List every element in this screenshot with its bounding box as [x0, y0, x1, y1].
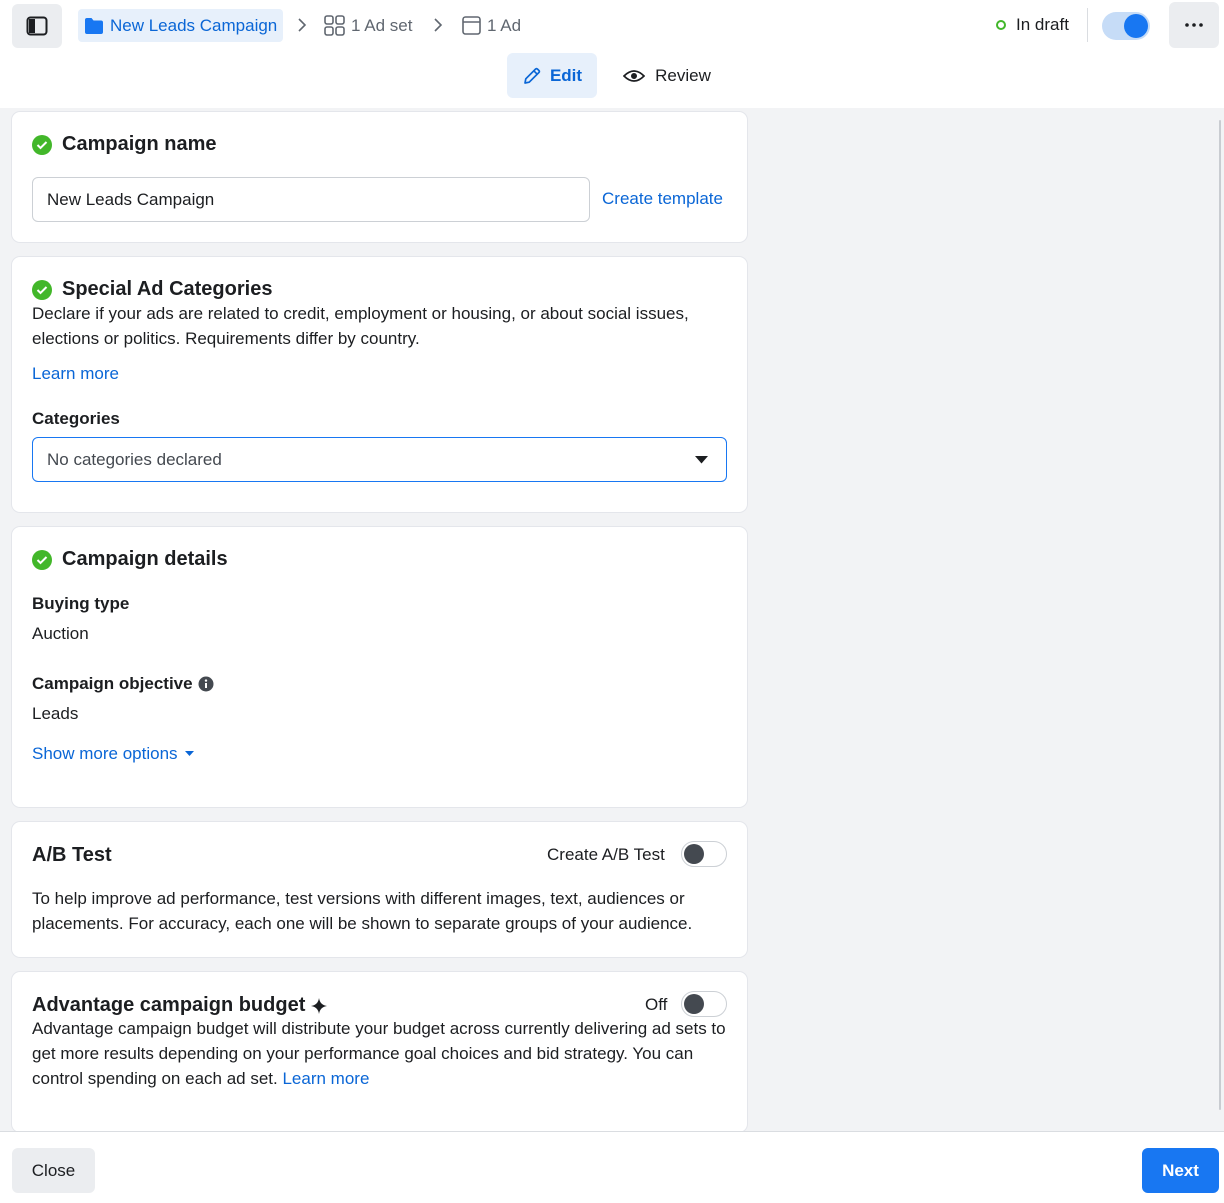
ab-test-title: A/B Test: [32, 844, 112, 866]
buying-type-label: Buying type: [32, 594, 130, 613]
next-button[interactable]: Next: [1142, 1148, 1219, 1193]
status-label: In draft: [1016, 15, 1069, 34]
sidebar-toggle-icon: [26, 16, 48, 36]
advantage-budget-learn-more-link[interactable]: Learn more: [282, 1069, 369, 1088]
buying-type-value: Auction: [32, 624, 89, 643]
bottom-action-bar: Close Next: [0, 1131, 1224, 1203]
breadcrumb-ad-set-label: 1 Ad set: [351, 15, 413, 35]
check-circle-icon: [32, 134, 52, 155]
show-more-options-label: Show more options: [32, 744, 178, 763]
campaign-details-heading: Campaign details: [32, 548, 228, 571]
campaign-name-title: Campaign name: [62, 133, 217, 155]
advantage-budget-description: Advantage campaign budget will distribut…: [32, 1019, 726, 1088]
more-icon: [1185, 23, 1203, 27]
pencil-icon: [524, 67, 541, 84]
chevron-right-icon: [434, 18, 443, 32]
advantage-budget-toggle[interactable]: [681, 991, 727, 1017]
categories-label: Categories: [32, 409, 120, 428]
breadcrumb-ad-label: 1 Ad: [487, 15, 522, 35]
ab-test-description: To help improve ad performance, test ver…: [32, 889, 693, 933]
special-ad-categories-card: Special Ad Categories Declare if your ad…: [12, 257, 747, 512]
ab-test-toggle-label: Create A/B Test: [547, 845, 665, 864]
toggle-knob: [1124, 14, 1148, 38]
tab-edit-label: Edit: [549, 65, 583, 85]
eye-icon: [623, 69, 646, 82]
ab-test-toggle[interactable]: [681, 841, 727, 867]
advantage-budget-toggle-label: Off: [645, 995, 668, 1014]
advantage-budget-description-block: Advantage campaign budget will distribut…: [32, 1016, 727, 1091]
breadcrumb-campaign-label: New Leads Campaign: [110, 15, 278, 35]
toggle-knob: [684, 994, 704, 1014]
breadcrumb-campaign[interactable]: New Leads Campaign: [78, 9, 284, 42]
sparkle-icon: [311, 997, 328, 1014]
learn-more-link[interactable]: Learn more: [32, 364, 119, 384]
campaign-name-card: Campaign name New Leads Campaign Create …: [12, 112, 747, 242]
info-icon[interactable]: [198, 676, 214, 692]
campaign-name-input[interactable]: New Leads Campaign: [32, 177, 590, 222]
divider: [1087, 8, 1088, 42]
toggle-knob: [684, 844, 704, 864]
special-ad-categories-heading: Special Ad Categories: [32, 278, 272, 301]
close-button[interactable]: Close: [12, 1148, 95, 1193]
tab-review[interactable]: Review: [612, 53, 722, 98]
ad-window-icon: [462, 16, 481, 35]
campaign-objective-label: Campaign objective: [32, 674, 193, 693]
campaign-name-heading: Campaign name: [32, 133, 216, 156]
campaign-on-off-toggle[interactable]: [1102, 12, 1150, 40]
check-circle-icon: [32, 549, 52, 570]
advantage-budget-card: Advantage campaign budget Off Advantage …: [12, 972, 747, 1132]
tab-edit[interactable]: Edit: [507, 53, 597, 98]
tab-review-label: Review: [655, 65, 711, 85]
campaign-objective-value: Leads: [32, 704, 79, 723]
campaign-objective-label-row: Campaign objective: [32, 674, 214, 694]
create-template-link[interactable]: Create template: [602, 189, 723, 209]
caret-down-icon: [184, 751, 194, 756]
check-circle-icon: [32, 279, 52, 300]
campaign-details-card: Campaign details Buying type Auction Cam…: [12, 527, 747, 807]
categories-select-value: No categories declared: [47, 449, 222, 469]
scrollbar[interactable]: [1219, 120, 1221, 1110]
sidebar-toggle-button[interactable]: [12, 4, 62, 48]
special-ad-categories-title: Special Ad Categories: [62, 278, 273, 300]
show-more-options-link[interactable]: Show more options: [32, 744, 194, 764]
chevron-right-icon: [298, 18, 307, 32]
status-dot-icon: [996, 20, 1006, 30]
special-ad-categories-description: Declare if your ads are related to credi…: [32, 304, 689, 348]
top-bar: New Leads Campaign 1 Ad set 1 Ad In draf…: [0, 0, 1224, 108]
more-options-button[interactable]: [1169, 2, 1219, 48]
caret-down-icon: [695, 456, 708, 464]
ab-test-card: A/B Test Create A/B Test To help improve…: [12, 822, 747, 957]
advantage-budget-heading: Advantage campaign budget: [32, 994, 328, 1017]
breadcrumb-ad-set[interactable]: 1 Ad set: [324, 9, 412, 42]
advantage-budget-title: Advantage campaign budget: [32, 994, 306, 1016]
folder-icon: [85, 17, 103, 34]
campaign-details-title: Campaign details: [62, 548, 228, 570]
categories-select[interactable]: No categories declared: [32, 437, 727, 482]
grid-icon: [324, 15, 345, 36]
breadcrumb-ad[interactable]: 1 Ad: [462, 9, 521, 42]
status-indicator: In draft: [996, 14, 1069, 36]
